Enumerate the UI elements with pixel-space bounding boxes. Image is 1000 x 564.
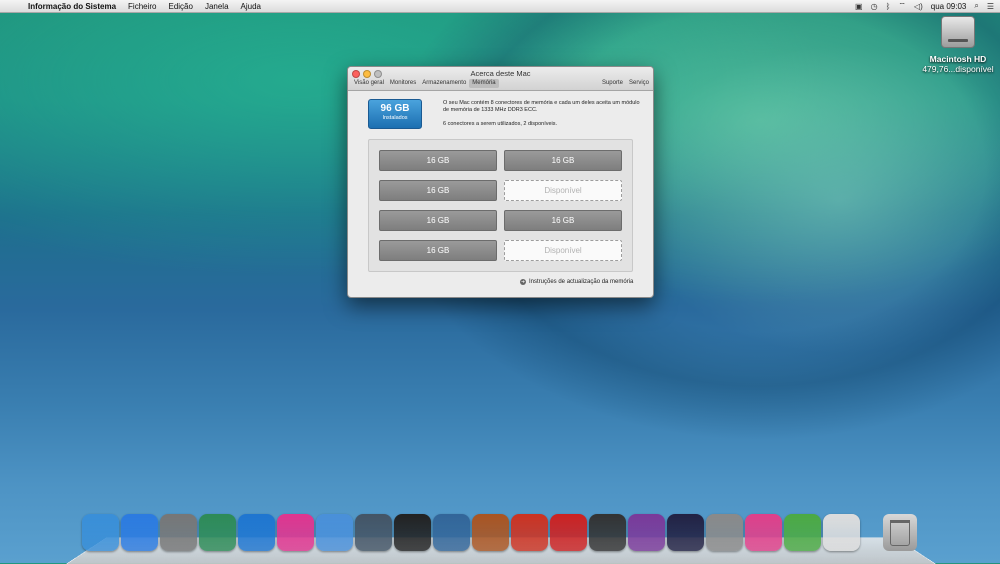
disk-utility-icon[interactable] (589, 514, 626, 551)
itunes-icon[interactable] (277, 514, 314, 551)
tab-memoria[interactable]: Memória (469, 79, 499, 88)
memory-slot-1: 16 GB (379, 150, 497, 171)
spotlight-icon[interactable]: ⌕ (974, 1, 978, 11)
monopoly-icon[interactable] (199, 514, 236, 551)
menu-ficheiro[interactable]: Ficheiro (122, 2, 162, 11)
arrow-right-icon: ➜ (520, 279, 526, 285)
system-info-icon[interactable] (823, 514, 860, 551)
tab-suporte[interactable]: Suporte (602, 79, 623, 88)
final-cut-icon[interactable] (394, 514, 431, 551)
memory-slot-7: 16 GB (379, 240, 497, 261)
window-title: Acerca deste Mac (470, 69, 531, 78)
clock[interactable]: qua 09:03 (931, 2, 967, 11)
preview-icon[interactable] (355, 514, 392, 551)
compressor-icon[interactable] (433, 514, 470, 551)
notification-center-icon[interactable]: ☰ (987, 2, 994, 11)
display-icon[interactable] (745, 514, 782, 551)
menu-edicao[interactable]: Edição (162, 2, 198, 11)
tab-monitores[interactable]: Monitores (387, 79, 419, 88)
memory-slot-5: 16 GB (379, 210, 497, 231)
finder-icon[interactable] (82, 514, 119, 551)
memory-icon[interactable] (784, 514, 821, 551)
memory-description-2: 6 conectores a serem utilizados, 2 dispo… (443, 121, 558, 127)
memory-total-label: Instalados (382, 115, 408, 121)
disk-available: 479,76...disponível (922, 64, 994, 74)
memory-total-badge: 96 GB Instalados (368, 99, 422, 129)
tab-armazenamento[interactable]: Armazenamento (419, 79, 469, 88)
about-this-mac-window: Acerca deste Mac Visão geral Monitores A… (347, 66, 654, 298)
memory-upgrade-link[interactable]: ➜ Instruções de actualização da memória (520, 279, 633, 285)
memory-slot-8: Disponível (504, 240, 622, 261)
memory-slot-6: 16 GB (504, 210, 622, 231)
tab-bar: Visão geral Monitores Armazenamento Memó… (351, 79, 499, 88)
reason-icon[interactable] (511, 514, 548, 551)
memory-slot-2: 16 GB (504, 150, 622, 171)
window-titlebar[interactable]: Acerca deste Mac Visão geral Monitores A… (348, 67, 653, 91)
menu-extras: ▣ ◷ ᛒ ⌔ ◁) qua 09:03 ⌕ ☰ (855, 0, 994, 12)
memory-description: O seu Mac contém 8 conectores de memória… (443, 100, 643, 128)
motion-icon[interactable] (628, 514, 665, 551)
logic-icon[interactable] (667, 514, 704, 551)
wifi-icon[interactable]: ⌔ (898, 1, 906, 11)
memory-total-value: 96 GB (380, 103, 410, 114)
dock (82, 514, 860, 551)
disk-name: Macintosh HD (929, 54, 987, 64)
trash-icon[interactable] (883, 514, 917, 551)
desktop-disk[interactable]: Macintosh HD 479,76...disponível (918, 16, 998, 74)
bluetooth-icon[interactable]: ᛒ (886, 2, 891, 11)
safari-icon[interactable] (238, 514, 275, 551)
shield-icon[interactable]: ▣ (855, 2, 863, 11)
volume-icon[interactable]: ◁) (914, 2, 923, 11)
tab-visao-geral[interactable]: Visão geral (351, 79, 387, 88)
memory-slot-3: 16 GB (379, 180, 497, 201)
menu-ajuda[interactable]: Ajuda (235, 2, 267, 11)
memory-slots-panel: 16 GB 16 GB 16 GB Disponível 16 GB 16 GB… (368, 139, 633, 272)
tab-bar-right: Suporte Serviço (602, 79, 649, 88)
tab-servico[interactable]: Serviço (629, 79, 649, 88)
app-store-icon[interactable] (121, 514, 158, 551)
applications-folder-icon[interactable] (316, 514, 353, 551)
menu-app-name[interactable]: Informação do Sistema (22, 2, 122, 11)
memory-slot-4: Disponível (504, 180, 622, 201)
menu-janela[interactable]: Janela (199, 2, 235, 11)
menu-bar: Informação do Sistema Ficheiro Edição Ja… (0, 0, 1000, 13)
blocked-app-icon[interactable] (550, 514, 587, 551)
hard-drive-icon[interactable] (941, 16, 975, 48)
launchpad-icon[interactable] (160, 514, 197, 551)
system-preferences-icon[interactable] (706, 514, 743, 551)
memory-description-1: O seu Mac contém 8 conectores de memória… (443, 100, 640, 113)
memory-upgrade-label[interactable]: Instruções de actualização da memória (529, 279, 633, 285)
time-machine-icon[interactable]: ◷ (871, 2, 878, 11)
amplitube-icon[interactable] (472, 514, 509, 551)
